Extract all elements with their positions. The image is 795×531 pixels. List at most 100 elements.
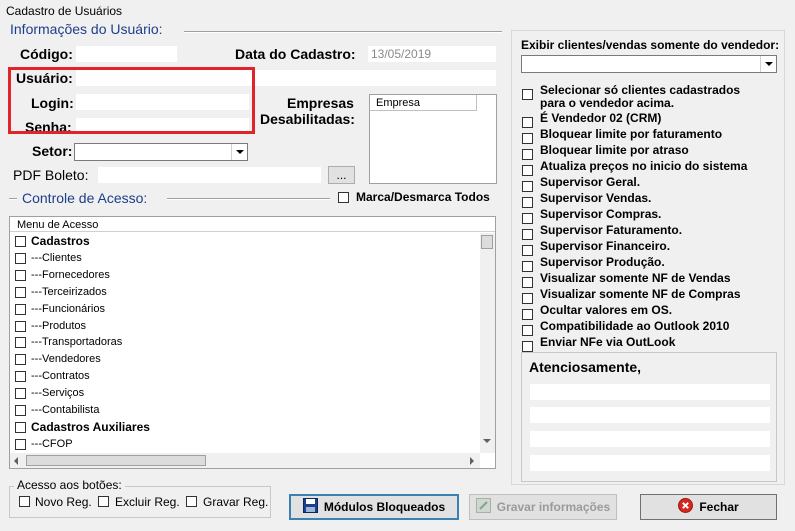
menu-rows: Cadastros ---Clientes ---Fornecedores ---Te…: [10, 233, 480, 453]
menu-item-checkbox[interactable]: [15, 354, 26, 366]
option-label: Supervisor Compras.: [540, 207, 662, 221]
novo-reg-label: Novo Reg.: [35, 495, 92, 509]
scroll-right-icon[interactable]: [470, 457, 474, 465]
menu-item-checkbox[interactable]: [15, 371, 26, 383]
novo-reg-checkbox[interactable]: [19, 496, 30, 507]
menu-item-label: ---Transportadoras: [31, 336, 123, 349]
menu-item-label: ---Contabilista: [31, 404, 100, 416]
highlight-box: [8, 67, 255, 134]
option-checkbox[interactable]: [522, 165, 533, 176]
signature-label: Atenciosamente,: [529, 359, 642, 375]
scroll-down-icon[interactable]: [483, 439, 491, 443]
window-title: Cadastro de Usuários: [6, 4, 123, 18]
menu-item-checkbox[interactable]: [15, 421, 26, 433]
excluir-reg-checkbox[interactable]: [98, 496, 109, 507]
codigo-label: Código:: [20, 46, 73, 62]
scroll-left-icon[interactable]: [14, 457, 18, 465]
option-label: É Vendedor 02 (CRM): [540, 111, 662, 125]
hscroll-thumb[interactable]: [26, 455, 206, 466]
menu-item-checkbox[interactable]: [15, 252, 26, 264]
option-checkbox[interactable]: [522, 245, 533, 256]
vertical-scrollbar[interactable]: [480, 233, 495, 453]
section-divider: [167, 198, 330, 200]
menu-item-label: ---Clientes: [31, 251, 82, 264]
menu-item-label: ---Contratos: [31, 370, 90, 383]
menu-item-checkbox[interactable]: [15, 337, 26, 349]
section-divider: [184, 31, 502, 33]
chevron-down-icon: [231, 144, 247, 160]
option-label: Visualizar somente NF de Compras: [540, 287, 741, 301]
fechar-button[interactable]: Fechar: [640, 494, 777, 520]
empresa-column-header[interactable]: Empresa: [370, 95, 477, 111]
menu-access-header[interactable]: Menu de Acesso: [10, 217, 495, 232]
menu-item-label: ---Produtos: [31, 319, 87, 332]
option-checkbox[interactable]: [522, 309, 533, 320]
option-checkbox[interactable]: [522, 117, 533, 128]
option-checkbox[interactable]: [522, 89, 533, 100]
option-checkbox[interactable]: [522, 149, 533, 160]
option-checkbox[interactable]: [522, 181, 533, 192]
menu-item-checkbox[interactable]: [15, 320, 26, 332]
pdf-boleto-label: PDF Boleto:: [13, 167, 89, 183]
horizontal-scrollbar[interactable]: [10, 453, 480, 468]
fechar-label: Fechar: [699, 500, 739, 514]
option-label: Supervisor Faturamento.: [540, 223, 683, 237]
gravar-reg-label: Gravar Reg.: [203, 495, 269, 509]
option-checkbox[interactable]: [522, 229, 533, 240]
menu-item-checkbox[interactable]: [15, 388, 26, 400]
menu-item-checkbox[interactable]: [15, 303, 26, 315]
vendor-filter-label: Exibir clientes/vendas somente do vended…: [521, 38, 780, 52]
toggle-all-checkbox[interactable]: [338, 192, 349, 203]
menu-item-label: ---Fornecedores: [31, 268, 110, 281]
menu-item-checkbox[interactable]: [15, 236, 26, 247]
browse-button[interactable]: ...: [328, 166, 355, 184]
option-checkbox[interactable]: [522, 325, 533, 336]
option-label: Selecionar só clientes cadastrados: [540, 83, 741, 97]
option-label: Visualizar somente NF de Vendas: [540, 271, 731, 285]
option-label: Ocultar valores em OS.: [540, 303, 673, 317]
option-checkbox[interactable]: [522, 341, 533, 352]
gravar-informacoes-label: Gravar informações: [496, 500, 611, 514]
gravar-reg-checkbox[interactable]: [186, 496, 197, 507]
menu-item-label: ---Vendedores: [31, 353, 101, 366]
menu-item-label: Cadastros: [31, 234, 90, 248]
menu-access-list[interactable]: Menu de Acesso Cadastros ---Clientes ---Fo…: [9, 216, 496, 469]
gravar-informacoes-button[interactable]: Gravar informações: [469, 494, 617, 520]
vendor-select[interactable]: [521, 55, 777, 73]
setor-label: Setor:: [32, 143, 73, 159]
option-label: Bloquear limite por faturamento: [540, 127, 723, 141]
option-checkbox[interactable]: [522, 261, 533, 272]
excluir-reg-label: Excluir Reg.: [115, 495, 180, 509]
setor-select[interactable]: [74, 143, 248, 161]
pdf-boleto-field[interactable]: [97, 166, 322, 184]
access-control-section-title: Controle de Acesso:: [22, 190, 148, 206]
menu-item-checkbox[interactable]: [15, 405, 26, 416]
empresas-list[interactable]: Empresa: [369, 94, 497, 184]
option-checkbox[interactable]: [522, 277, 533, 288]
menu-item-checkbox[interactable]: [15, 286, 26, 298]
signature-line-3[interactable]: [529, 430, 771, 448]
menu-item-label: ---CFOP: [31, 437, 73, 450]
menu-item-label: ---Funcionários: [31, 302, 105, 315]
scrollbar-thumb[interactable]: [481, 235, 493, 249]
chevron-down-icon: [760, 56, 776, 72]
signature-line-4[interactable]: [529, 454, 771, 472]
button-access-title: Acesso aos botões:: [14, 478, 125, 492]
signature-line-1[interactable]: [529, 383, 771, 401]
signature-line-2[interactable]: [529, 406, 771, 424]
option-checkbox[interactable]: [522, 133, 533, 144]
data-cadastro-label: Data do Cadastro:: [235, 46, 356, 62]
option-label-continued: para o vendedor acima.: [540, 96, 675, 110]
toggle-all-label: Marca/Desmarca Todos: [356, 190, 490, 204]
menu-item-checkbox[interactable]: [15, 269, 26, 281]
menu-item-checkbox[interactable]: [15, 438, 26, 450]
menu-item-label: ---Serviços: [31, 387, 85, 400]
data-cadastro-field[interactable]: 13/05/2019: [367, 45, 497, 63]
option-checkbox[interactable]: [522, 197, 533, 208]
codigo-field[interactable]: [75, 45, 178, 63]
save-edit-icon: [475, 498, 491, 516]
option-checkbox[interactable]: [522, 293, 533, 304]
user-info-section-title: Informações do Usuário:: [10, 21, 163, 37]
option-checkbox[interactable]: [522, 213, 533, 224]
modulos-bloqueados-button[interactable]: Módulos Bloqueados: [289, 494, 459, 520]
